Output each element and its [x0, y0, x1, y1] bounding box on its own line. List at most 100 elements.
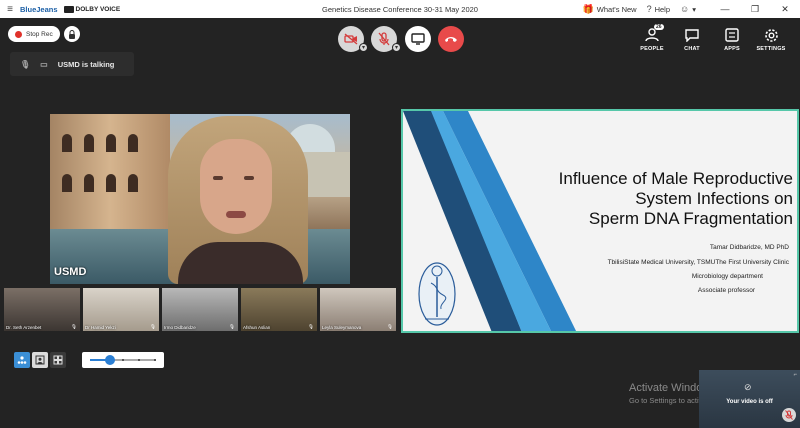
screen-share-button[interactable] [405, 26, 431, 52]
people-count-badge: 26 [654, 24, 664, 30]
window-shape [106, 174, 116, 192]
participant-thumbnail[interactable]: Dr. Seth Arzenbet 🎙 [4, 288, 80, 331]
window-shape [128, 174, 138, 192]
user-menu-button[interactable]: ☺ ▾ [680, 4, 696, 14]
participant-name: Irmo Didbaridze [164, 325, 196, 330]
dolby-voice-logo: DOLBY VOICE [63, 5, 121, 13]
people-icon [645, 28, 659, 42]
participant-mic-icon: 🎙 [387, 324, 393, 329]
speaker-body [178, 242, 303, 284]
participant-thumbnail[interactable]: Afshun Aslian 🎙 [241, 288, 317, 331]
window-shape [128, 134, 138, 152]
apps-button[interactable]: APPS [712, 26, 752, 52]
layout-gallery-icon [53, 355, 63, 365]
video-off-icon [344, 33, 358, 45]
layout-speaker-button[interactable] [32, 352, 48, 368]
window-shape [84, 174, 94, 192]
people-button[interactable]: 26 PEOPLE [632, 24, 672, 52]
shared-presentation: Influence of Male Reproductive System In… [401, 109, 799, 333]
slide-department: Microbiology department [691, 273, 763, 280]
layout-size-slider[interactable] [82, 352, 164, 368]
main-speaker-name: USMD [54, 266, 87, 278]
video-options-caret[interactable]: ▾ [359, 43, 368, 52]
participant-mic-icon: 🎙 [71, 324, 77, 329]
slide-title-line: Influence of Male Reproductive [558, 169, 793, 188]
slide-title-line: System Infections on [635, 189, 793, 208]
self-video-status: Your video is off [726, 399, 773, 405]
slider-knob[interactable] [104, 355, 115, 365]
self-video-preview[interactable]: ⌐ ⊘ Your video is off [699, 370, 800, 428]
university-seal-icon [418, 262, 456, 326]
help-label: Help [654, 4, 671, 14]
help-button[interactable]: ? Help [647, 4, 670, 14]
mic-mute-button[interactable]: ▾ [371, 26, 401, 52]
participant-mic-icon: 🎙 [150, 324, 156, 329]
video-off-icon: ⊘ [744, 382, 752, 392]
people-icon-wrap: 26 [632, 24, 672, 44]
apps-icon [725, 28, 739, 42]
dolby-icon [63, 5, 74, 13]
self-mic-button[interactable] [782, 408, 796, 422]
participant-name: Dr Hamid Yekzi [85, 325, 116, 330]
screen-share-icon [411, 33, 425, 45]
settings-icon-wrap [764, 26, 779, 44]
user-account-icon: ☺ [680, 4, 690, 14]
lock-icon [69, 29, 75, 39]
participant-thumbnail[interactable]: Dr Hamid Yekzi 🎙 [83, 288, 159, 331]
slider-tick [154, 359, 156, 361]
chat-button[interactable]: CHAT [672, 26, 712, 52]
video-mute-button[interactable]: ▾ [338, 26, 368, 52]
lock-meeting-button[interactable] [64, 26, 80, 42]
speaker-face [200, 139, 272, 234]
speaker-eye [213, 176, 223, 180]
hang-up-icon [445, 37, 457, 42]
participant-thumbnail[interactable]: Leyla Suleymanova 🎙 [320, 288, 396, 331]
active-speaker-indicator: 🎙 ▭ USMD is talking [10, 52, 134, 76]
hamburger-menu-icon[interactable]: ≡ [0, 4, 20, 15]
window-shape [106, 134, 116, 152]
participant-name: Afshun Aslian [243, 325, 271, 330]
slide-position: Associate professor [697, 287, 755, 294]
chat-icon-wrap [684, 26, 700, 44]
layout-people-button[interactable] [14, 352, 30, 368]
maximize-button[interactable]: ❐ [740, 4, 770, 15]
layout-speaker-icon [35, 355, 45, 365]
expand-corner-icon[interactable]: ⌐ [793, 372, 797, 378]
mic-icon: 🎙 [20, 59, 31, 69]
close-button[interactable]: ✕ [770, 4, 800, 15]
participant-mic-icon: 🎙 [308, 324, 314, 329]
window-shape [62, 174, 72, 192]
chat-label: CHAT [684, 46, 700, 52]
participant-name: Dr. Seth Arzenbet [6, 325, 42, 330]
people-label: PEOPLE [640, 46, 664, 52]
user-menu-caret: ▾ [692, 4, 696, 14]
help-icon: ? [646, 4, 652, 14]
talking-text: USMD is talking [57, 59, 115, 69]
participant-mic-icon: 🎙 [229, 324, 235, 329]
title-bar: ≡ BlueJeans DOLBY VOICE Genetics Disease… [0, 0, 800, 18]
leave-meeting-button[interactable] [438, 26, 464, 52]
slide-title-line: Sperm DNA Fragmentation [588, 209, 793, 228]
slide-author: Tamar Didbaridze, MD PhD [709, 244, 789, 251]
window-shape [84, 134, 94, 152]
slider-tick [122, 359, 124, 361]
minimize-button[interactable]: — [710, 4, 740, 14]
whats-new-button[interactable]: 🎁 What's New [583, 4, 637, 15]
main-speaker-video [50, 114, 350, 284]
layout-switcher [14, 352, 66, 368]
stop-recording-button[interactable]: Stop Rec [8, 26, 60, 42]
stop-rec-label: Stop Rec [26, 30, 53, 38]
dolby-label: DOLBY VOICE [75, 5, 121, 13]
window-shape [62, 134, 72, 152]
settings-label: SETTINGS [756, 46, 786, 52]
audio-options-caret[interactable]: ▾ [392, 43, 401, 52]
gear-icon [764, 28, 778, 42]
settings-button[interactable]: SETTINGS [751, 26, 791, 52]
speaker-mouth [226, 211, 246, 218]
mic-off-icon [378, 32, 390, 46]
gift-icon: 🎁 [582, 3, 594, 14]
layout-gallery-button[interactable] [50, 352, 66, 368]
participant-thumbnail[interactable]: Irmo Didbaridze 🎙 [162, 288, 238, 331]
camera-icon: ▭ [40, 59, 48, 69]
whats-new-label: What's New [596, 4, 637, 14]
